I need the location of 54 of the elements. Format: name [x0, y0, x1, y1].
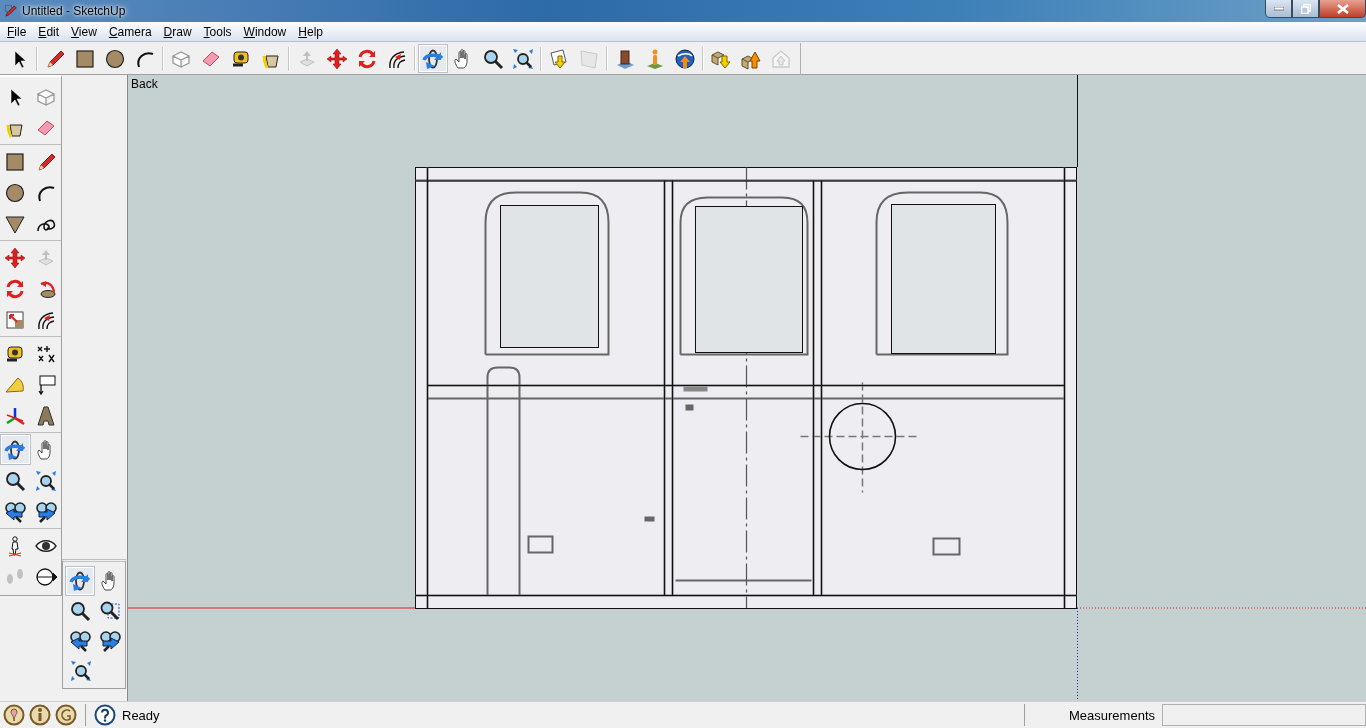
square-icon [74, 47, 96, 70]
orbit-icon [4, 438, 27, 461]
help-icon[interactable] [94, 704, 116, 726]
move-arrows-icon [4, 246, 27, 269]
pencil-app-icon [4, 4, 18, 18]
pyramid-icon [34, 404, 57, 427]
orbit-tool-button[interactable] [418, 44, 448, 73]
orbit-icon [69, 570, 91, 592]
magnifier-frame-icon [99, 600, 121, 622]
magnifier-icon [482, 47, 504, 70]
menu-item[interactable]: Window [237, 23, 293, 40]
location-pin-icon[interactable] [3, 704, 25, 726]
square-icon [4, 150, 27, 173]
zoom-extents-icon [69, 660, 92, 682]
close-icon [1336, 3, 1349, 14]
zoom-extents-icon [34, 469, 57, 492]
restore-icon [1300, 3, 1311, 14]
magnifier-forward-arrow-icon [34, 500, 57, 523]
orbit-icon [422, 47, 444, 70]
orbit-tool-button[interactable] [0, 434, 31, 465]
zoom-extents-icon [512, 47, 534, 70]
magnifier-back-arrow-icon [4, 500, 27, 523]
menu-item[interactable]: Edit [32, 23, 66, 40]
scale-square-icon [4, 308, 27, 331]
magnifier-forward-arrow-icon [99, 630, 121, 652]
minimize-icon [1273, 6, 1284, 11]
globe-icon [674, 47, 696, 70]
document-arrow-icon [548, 47, 570, 70]
menu-item[interactable]: Tools [197, 23, 238, 40]
menu-item[interactable]: File [1, 23, 33, 40]
circle-icon [104, 47, 126, 70]
window-title: Untitled - SketchUp [22, 4, 126, 18]
move-arrows-icon [326, 47, 348, 70]
section-marker-icon [34, 565, 57, 588]
measurements-field[interactable] [1162, 704, 1366, 726]
menu-item[interactable]: Draw [157, 23, 198, 40]
photo-sheet-icon [578, 47, 600, 70]
menu-item[interactable]: Help [292, 23, 329, 40]
menu-item[interactable]: View [65, 23, 103, 40]
close-button[interactable] [1319, 0, 1366, 18]
person-icon[interactable] [29, 704, 51, 726]
menu-item[interactable]: Camera [102, 23, 158, 40]
status-text: Ready [122, 707, 160, 723]
rotate-arrows-icon [356, 47, 378, 70]
sign-in-icon[interactable] [55, 704, 77, 726]
magnifier-icon [69, 600, 91, 622]
minimize-button[interactable] [1265, 0, 1292, 18]
magnifier-back-arrow-icon [69, 630, 91, 652]
restore-button[interactable] [1292, 0, 1319, 18]
magnifier-icon [4, 469, 27, 492]
view-label: Back [131, 77, 158, 91]
orbit-tool-button[interactable] [65, 566, 95, 596]
circle-icon [4, 181, 27, 204]
measurements-label: Measurements [1069, 707, 1155, 723]
